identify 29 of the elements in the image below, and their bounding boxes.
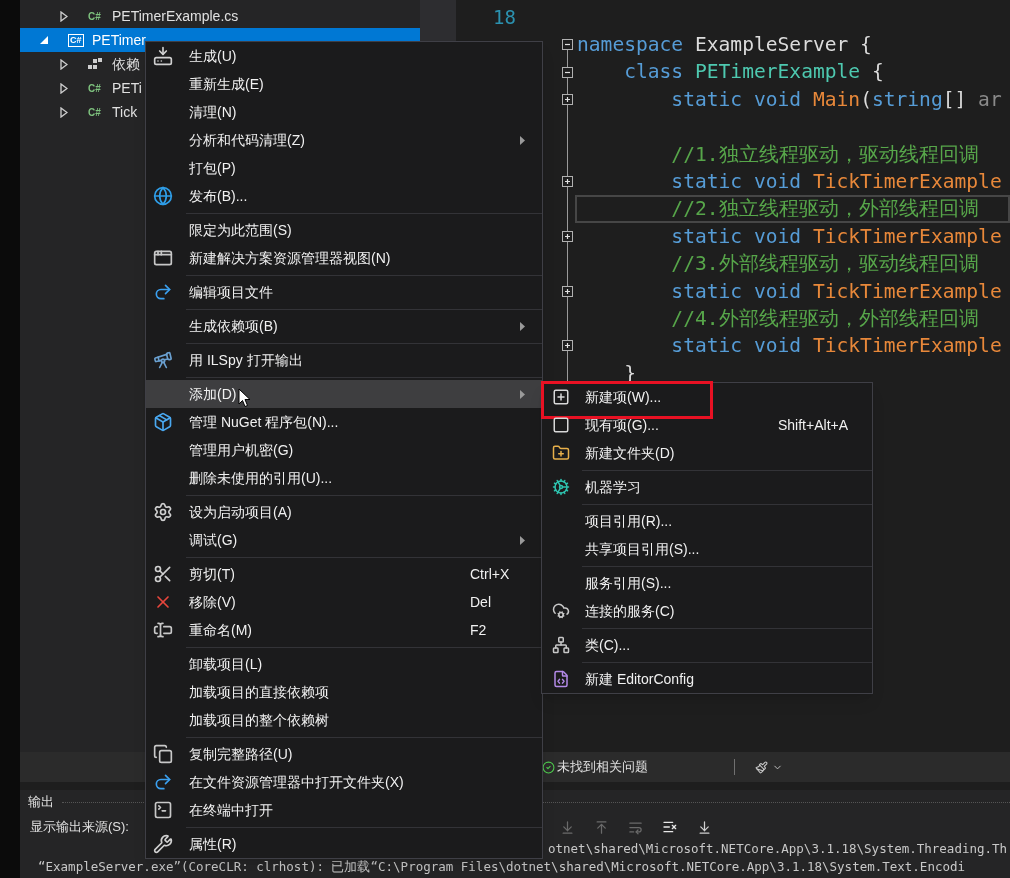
panel-title: 输出: [28, 793, 54, 812]
file-type-label: C#: [88, 105, 101, 120]
code-line: class PETimerExample {: [623, 59, 885, 86]
line-number: 18: [493, 5, 516, 30]
issues-text: 未找到相关问题: [557, 758, 648, 777]
code-line: //4.外部线程驱动，外部线程回调: [670, 305, 980, 332]
shortcut-text: Shift+Alt+A: [778, 415, 850, 435]
file-type-label: C#: [88, 9, 101, 24]
code-line: static void TickTimerExample: [670, 168, 1003, 195]
project-badge: C#: [68, 33, 84, 47]
output-line: “ExampleServer.exe”(CoreCLR: clrhost): 已加载“C:\Program Files\dotnet\shared\Microsoft.NETCore.App\3.1.18\System.Text.Encodi: [38, 858, 966, 876]
code-line: static void TickTimerExample: [670, 278, 1003, 305]
shortcut-text: Ctrl+X: [470, 564, 511, 584]
code-line: //3.外部线程驱动，驱动线程回调: [670, 251, 980, 278]
file-type-label: C#: [88, 81, 101, 96]
tree-label: PETi: [112, 78, 142, 98]
code-line: static void Main(string[] ar: [670, 86, 1003, 113]
source-label: 显示输出来源(S):: [30, 818, 129, 837]
output-line: otnet\shared\Microsoft.NETCore.App\3.1.18\System.Threading.Th: [548, 840, 1008, 858]
shortcut-text: Del: [470, 592, 492, 612]
tree-label: PETimer: [92, 30, 146, 50]
code-line: static void TickTimerExample: [670, 333, 1003, 360]
tree-label: 依赖: [112, 54, 140, 74]
tree-label: Tick: [112, 102, 138, 122]
shortcut-text: F2: [470, 620, 488, 640]
code-line: static void TickTimerExample: [670, 223, 1003, 250]
code-line: namespace ExampleServer {: [576, 32, 873, 58]
code-line: //1.独立线程驱动，驱动线程回调: [670, 141, 980, 168]
tree-label: PETimerExample.cs: [112, 6, 239, 26]
